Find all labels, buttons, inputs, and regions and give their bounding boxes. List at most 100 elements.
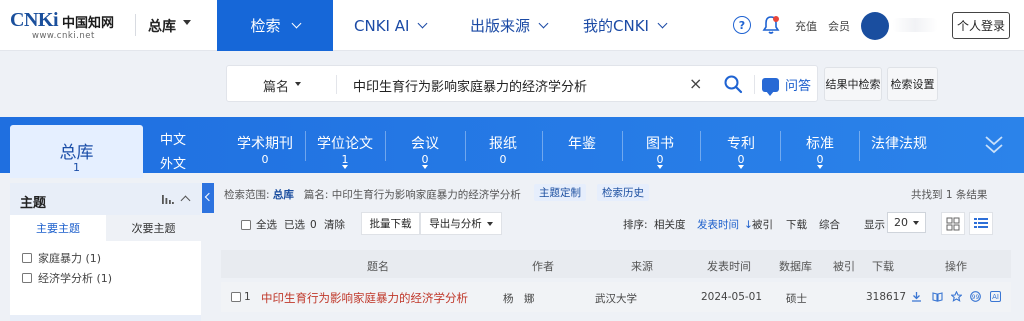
- ai-assistant-icon[interactable]: AI: [990, 291, 1001, 302]
- bar-chart-icon[interactable]: [162, 194, 174, 204]
- divider: [622, 131, 623, 161]
- category-conference[interactable]: 会议 0: [388, 117, 462, 173]
- member-link[interactable]: 会员: [828, 18, 850, 34]
- tab-primary-topic[interactable]: 主要主题: [10, 215, 106, 241]
- category-label: 法律法规: [871, 136, 927, 152]
- sort-label: 排序:: [623, 219, 648, 231]
- export-label: 导出与分析: [429, 218, 482, 230]
- nav-cnki-ai[interactable]: CNKI AI: [354, 0, 428, 51]
- category-yearbook[interactable]: 年鉴: [545, 117, 619, 173]
- bell-icon[interactable]: [762, 15, 780, 35]
- sort-cited[interactable]: 被引: [752, 217, 773, 232]
- category-patents[interactable]: 专利 0: [704, 117, 778, 173]
- topic-option[interactable]: 经济学分析 (1): [22, 270, 112, 286]
- row-author[interactable]: 杨 娜: [503, 291, 535, 306]
- row-source[interactable]: 武汉大学: [595, 291, 637, 306]
- search-history-button[interactable]: 检索历史: [597, 184, 649, 201]
- ask-button[interactable]: 问答: [762, 75, 811, 96]
- sort-relevance[interactable]: 相关度: [654, 217, 686, 232]
- search-field-select[interactable]: 篇名: [263, 76, 289, 95]
- category-label: 专利: [727, 136, 755, 152]
- nav-cnki-ai-label: CNKI AI: [354, 16, 410, 35]
- clear-selection-button[interactable]: 清除: [324, 217, 345, 232]
- page-size-select[interactable]: 20: [887, 212, 926, 233]
- category-all-tab[interactable]: 总库 1: [10, 125, 143, 178]
- col-downloads[interactable]: 下载: [872, 258, 894, 274]
- category-theses[interactable]: 学位论文 1: [308, 117, 382, 173]
- list-view-icon: [974, 218, 988, 228]
- recharge-link[interactable]: 充值: [795, 18, 817, 34]
- category-journals[interactable]: 学术期刊 0: [228, 117, 302, 173]
- caret-down-icon: [817, 165, 823, 169]
- category-laws[interactable]: 法律法规: [862, 117, 936, 173]
- search-within-results-button[interactable]: 结果中检索: [824, 67, 882, 101]
- caret-down-icon: [295, 82, 301, 86]
- next-filter-panel: [10, 315, 201, 321]
- sort-date[interactable]: 发表时间 ↓: [697, 217, 753, 232]
- checkbox[interactable]: [241, 219, 251, 230]
- collapse-sidebar-button[interactable]: [202, 183, 214, 213]
- caret-down-icon: [422, 165, 428, 169]
- nav-sources[interactable]: 出版来源: [470, 0, 549, 51]
- chevron-down-icon: [417, 18, 428, 29]
- topic-filter-header[interactable]: 主题: [10, 183, 201, 215]
- grid-view-button[interactable]: [941, 212, 965, 235]
- quote-icon[interactable]: 99: [970, 291, 981, 302]
- display-label: 显示: [864, 219, 885, 231]
- checkbox[interactable]: [22, 253, 32, 263]
- download-icon[interactable]: [911, 291, 922, 302]
- clear-icon[interactable]: ×: [689, 74, 702, 93]
- chevron-up-icon[interactable]: [180, 195, 191, 206]
- selected-label: 已选: [284, 219, 305, 231]
- category-standards[interactable]: 标准 0: [783, 117, 857, 173]
- tab-secondary-topic[interactable]: 次要主题: [106, 215, 201, 241]
- row-title-link[interactable]: 中印生育行为影响家庭暴力的经济学分析: [261, 290, 468, 306]
- list-view-button[interactable]: [969, 212, 993, 235]
- search-input[interactable]: 中印生育行为影响家庭暴力的经济学分析: [353, 76, 587, 95]
- divider: [305, 131, 306, 161]
- col-date[interactable]: 发表时间: [707, 258, 751, 274]
- category-newspaper[interactable]: 报纸 0: [468, 117, 538, 173]
- col-author[interactable]: 作者: [532, 258, 554, 274]
- search-icon[interactable]: [723, 74, 743, 94]
- chevron-down-icon: [657, 18, 668, 29]
- svg-text:99: 99: [972, 294, 980, 301]
- category-books[interactable]: 图书 0: [625, 117, 695, 173]
- search-scope: 检索范围: 总库 篇名: 中印生育行为影响家庭暴力的经济学分析: [224, 187, 521, 202]
- chat-bubble-icon: [762, 77, 779, 96]
- select-all-checkbox[interactable]: 全选: [241, 217, 277, 232]
- row-date: 2024-05-01: [701, 291, 763, 303]
- avatar[interactable]: [861, 12, 889, 40]
- expand-more-icon[interactable]: [984, 133, 1004, 155]
- top-navbar: CNKi 中国知网 www.cnki.net 总库 检索 CNKI AI 出版来…: [0, 0, 1024, 51]
- selected-count: 已选 0: [284, 217, 317, 232]
- username-redacted: [892, 18, 938, 32]
- topic-option[interactable]: 家庭暴力 (1): [22, 250, 101, 266]
- col-title[interactable]: 题名: [367, 258, 389, 274]
- sort-downloads[interactable]: 下载: [786, 217, 807, 232]
- col-database[interactable]: 数据库: [779, 258, 812, 274]
- lang-foreign[interactable]: 外文: [160, 153, 186, 172]
- scope-value: 总库: [272, 189, 294, 201]
- sort-comprehensive[interactable]: 综合: [819, 217, 840, 232]
- col-cited[interactable]: 被引: [833, 258, 855, 274]
- col-source[interactable]: 来源: [631, 258, 653, 274]
- nav-search-tab[interactable]: 检索: [217, 0, 333, 51]
- help-icon[interactable]: ?: [733, 16, 751, 34]
- checkbox[interactable]: [22, 273, 32, 283]
- row-checkbox[interactable]: [231, 292, 241, 302]
- search-settings-button[interactable]: 检索设置: [887, 67, 938, 101]
- cnki-logo[interactable]: CNKi 中国知网 www.cnki.net: [10, 9, 122, 41]
- category-label: 学术期刊: [237, 136, 293, 152]
- topic-option-label: 家庭暴力 (1): [38, 252, 102, 265]
- personal-login-button[interactable]: 个人登录: [952, 12, 1010, 39]
- export-analysis-button[interactable]: 导出与分析: [420, 212, 502, 235]
- favorite-star-icon[interactable]: [951, 291, 962, 302]
- lang-chinese[interactable]: 中文: [160, 129, 186, 148]
- nav-my-cnki[interactable]: 我的CNKI: [583, 0, 668, 51]
- topic-custom-button[interactable]: 主题定制: [534, 184, 586, 201]
- topic-filter-panel: 主题 主要主题 次要主题 家庭暴力 (1) 经济学分析 (1): [10, 183, 201, 321]
- library-selector[interactable]: 总库: [148, 16, 176, 36]
- batch-download-button[interactable]: 批量下载: [361, 212, 420, 235]
- read-online-icon[interactable]: [932, 291, 943, 302]
